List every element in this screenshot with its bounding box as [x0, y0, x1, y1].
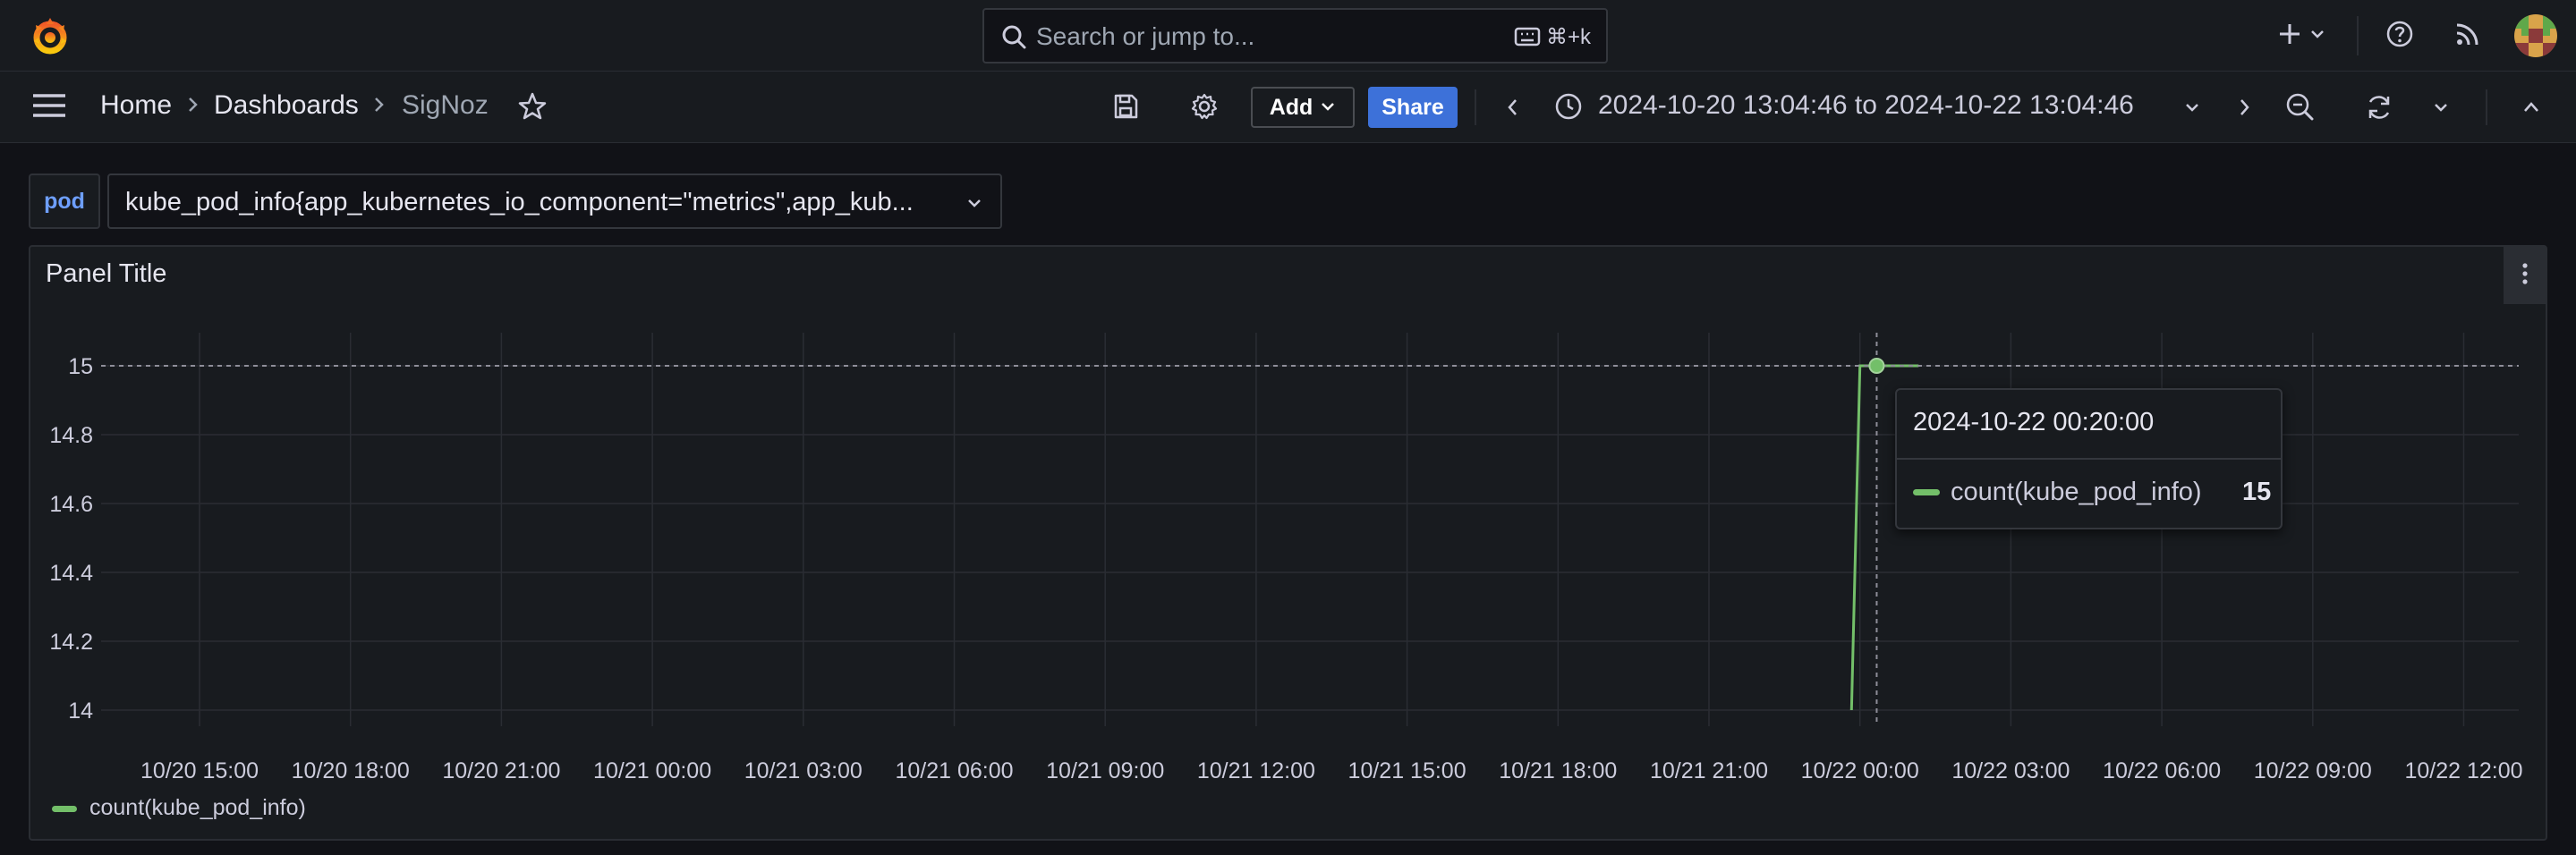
x-tick-label: 10/20 18:00: [292, 758, 410, 783]
x-tick-label: 10/22 06:00: [2103, 758, 2221, 783]
x-tick-label: 10/21 15:00: [1348, 758, 1467, 783]
y-tick-label: 14: [68, 698, 93, 724]
x-tick-label: 10/22 03:00: [1951, 758, 2070, 783]
y-tick-label: 15: [68, 354, 93, 379]
y-tick-label: 14.4: [49, 561, 93, 586]
x-tick-label: 10/20 15:00: [140, 758, 259, 783]
x-tick-label: 10/21 21:00: [1650, 758, 1768, 783]
x-tick-label: 10/21 03:00: [744, 758, 863, 783]
tooltip-series-name: count(kube_pod_info): [1951, 478, 2202, 506]
chart-tooltip: 2024-10-22 00:20:00 count(kube_pod_info)…: [1895, 388, 2283, 529]
tooltip-series-swatch: [1913, 489, 1940, 495]
tooltip-series-value: 15: [2242, 478, 2272, 506]
tooltip-divider: [1897, 458, 2281, 460]
x-tick-label: 10/21 00:00: [593, 758, 711, 783]
x-tick-label: 10/21 06:00: [895, 758, 1013, 783]
legend-item[interactable]: count(kube_pod_info): [89, 795, 306, 821]
x-tick-label: 10/20 21:00: [442, 758, 560, 783]
x-tick-label: 10/21 18:00: [1499, 758, 1617, 783]
hover-point: [1868, 358, 1885, 374]
x-tick-label: 10/22 00:00: [1801, 758, 1919, 783]
y-tick-label: 14.6: [49, 492, 93, 517]
legend-swatch[interactable]: [52, 806, 77, 812]
x-tick-label: 10/22 12:00: [2404, 758, 2522, 783]
tooltip-time: 2024-10-22 00:20:00: [1913, 408, 2155, 436]
y-tick-label: 14.8: [49, 423, 93, 448]
y-tick-label: 14.2: [49, 630, 93, 655]
x-tick-label: 10/21 12:00: [1197, 758, 1315, 783]
x-tick-label: 10/21 09:00: [1046, 758, 1164, 783]
x-tick-label: 10/22 09:00: [2254, 758, 2372, 783]
